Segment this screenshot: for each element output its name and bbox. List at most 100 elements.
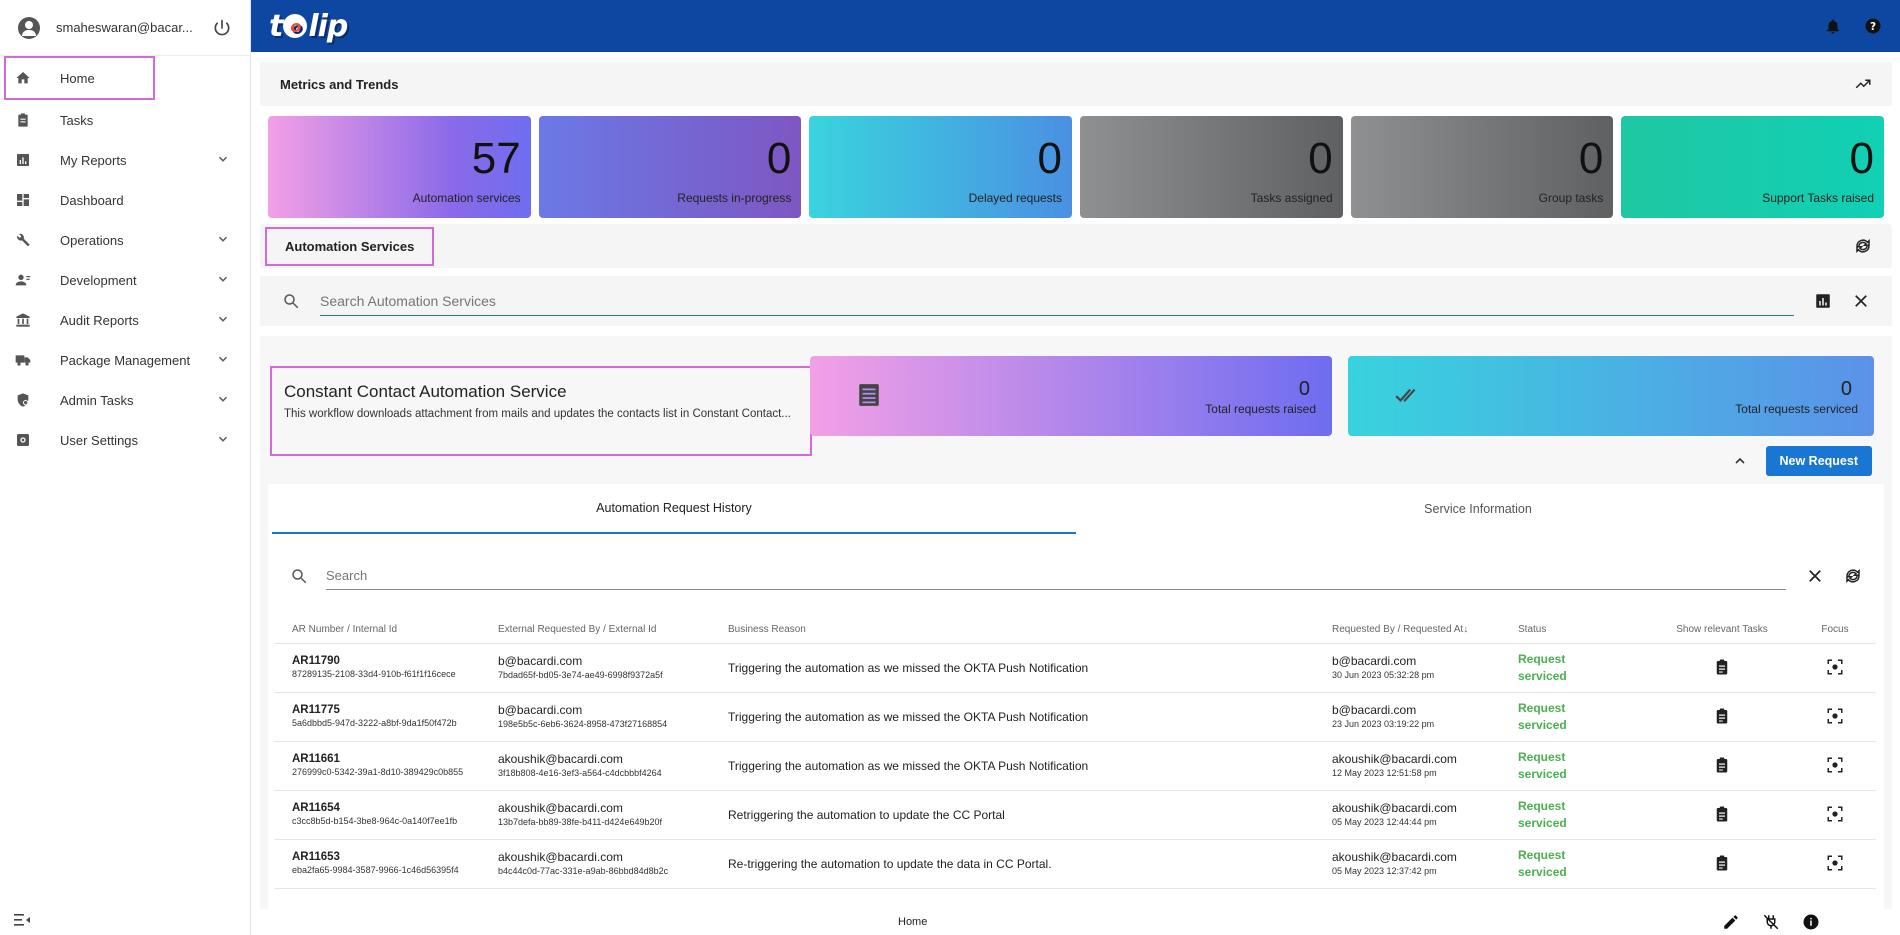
sync-icon[interactable] xyxy=(1844,567,1862,585)
cell-focus xyxy=(1794,790,1876,840)
power-icon[interactable] xyxy=(212,18,232,38)
service-card: Constant Contact Automation Service This… xyxy=(260,336,1892,921)
table-row[interactable]: AR11654 c3cc8b5d-b154-3be8-964c-0a140f7ee… xyxy=(274,790,1876,840)
metric-label: Tasks assigned xyxy=(1250,191,1333,205)
table-row[interactable]: AR11790 87289135-2108-33d4-910b-f61f1f16c… xyxy=(274,643,1876,693)
requested-at: 23 Jun 2023 03:19:22 pm xyxy=(1332,719,1435,730)
business-reason: Triggering the automation as we missed t… xyxy=(728,661,1089,675)
clipboard-icon[interactable] xyxy=(1713,855,1731,875)
requested-at: 30 Jun 2023 05:32:28 pm xyxy=(1332,670,1435,681)
sidebar-item-operations[interactable]: Operations xyxy=(0,220,250,260)
table-row[interactable]: AR11653 eba2fa65-9984-3587-9966-1c46d5639… xyxy=(274,839,1876,889)
pencil-icon[interactable] xyxy=(1722,913,1740,931)
close-icon[interactable] xyxy=(1806,567,1824,585)
stat-label: Total requests raised xyxy=(1205,402,1316,416)
cell-status: Request serviced xyxy=(1518,643,1650,693)
history-search-input[interactable] xyxy=(326,562,1786,590)
admin-icon xyxy=(14,391,32,409)
col-header-external-requested-by[interactable]: External Requested By / External Id xyxy=(498,624,728,644)
info-icon[interactable] xyxy=(1802,913,1820,931)
cell-show-tasks xyxy=(1650,790,1794,840)
chevron-down-icon[interactable] xyxy=(216,352,236,369)
external-requester: b@bacardi.com xyxy=(498,654,583,669)
chevron-down-icon[interactable] xyxy=(216,312,236,329)
menu-collapse-icon[interactable] xyxy=(14,913,30,927)
col-header-requested-by[interactable]: Requested By / Requested At↓ xyxy=(1332,624,1518,644)
topbar: t o lip ? xyxy=(251,0,1900,52)
col-header-status[interactable]: Status xyxy=(1518,624,1650,644)
ar-number: AR11661 xyxy=(292,753,340,766)
sidebar-item-label: Audit Reports xyxy=(60,312,139,328)
col-header-ar-number[interactable]: AR Number / Internal Id xyxy=(274,624,498,644)
col-header-business-reason[interactable]: Business Reason xyxy=(728,624,1332,644)
chevron-down-icon[interactable] xyxy=(216,152,236,169)
clipboard-icon[interactable] xyxy=(1713,757,1731,777)
cell-show-tasks xyxy=(1650,839,1794,889)
cell-requested-by: akoushik@bacardi.com 12 May 2023 12:51:58… xyxy=(1332,741,1518,791)
requested-by: akoushik@bacardi.com xyxy=(1332,801,1457,816)
table-row[interactable]: AR11661 276999c0-5342-39a1-8d10-389429c0b… xyxy=(274,741,1876,791)
cell-business-reason: Re-triggering the automation to update t… xyxy=(728,839,1332,889)
tab-automation-request-history[interactable]: Automation Request History xyxy=(272,484,1076,534)
sidebar-item-tasks[interactable]: Tasks xyxy=(0,100,250,140)
focus-icon[interactable] xyxy=(1826,708,1844,728)
cell-ar-number: AR11775 5a6dbbd5-947d-3222-a8bf-9da1f50f4… xyxy=(274,692,498,742)
cell-external-requested-by: akoushik@bacardi.com b4c44c0d-77ac-331e-a… xyxy=(498,839,728,889)
bell-icon[interactable] xyxy=(1824,17,1842,35)
trending-up-icon[interactable] xyxy=(1854,75,1872,93)
chevron-down-icon[interactable] xyxy=(216,432,236,449)
metric-card-automation-services[interactable]: 57 Automation services xyxy=(268,116,531,218)
table-row[interactable]: AR11775 5a6dbbd5-947d-3222-a8bf-9da1f50f4… xyxy=(274,692,1876,742)
account-icon[interactable] xyxy=(18,16,40,39)
sidebar-item-audit-reports[interactable]: Audit Reports xyxy=(0,300,250,340)
cell-requested-by: akoushik@bacardi.com 05 May 2023 12:37:42… xyxy=(1332,839,1518,889)
ar-number: AR11654 xyxy=(292,802,340,815)
search-icon xyxy=(292,569,307,584)
focus-icon[interactable] xyxy=(1826,757,1844,777)
metric-card-support-tasks[interactable]: 0 Support Tasks raised xyxy=(1621,116,1885,218)
sidebar-item-home[interactable]: Home xyxy=(4,56,155,100)
stat-total-requests-raised: 0 Total requests raised xyxy=(810,356,1332,436)
new-request-button[interactable]: New Request xyxy=(1765,446,1872,476)
dashboard-icon xyxy=(14,191,32,209)
clipboard-icon[interactable] xyxy=(1713,806,1731,826)
sidebar-item-label: Tasks xyxy=(60,112,94,128)
close-icon[interactable] xyxy=(1852,292,1870,310)
sidebar-item-package-management[interactable]: Package Management xyxy=(0,340,250,380)
tab-service-information[interactable]: Service Information xyxy=(1076,484,1880,534)
sidebar-item-development[interactable]: Development xyxy=(0,260,250,300)
metric-value: 0 xyxy=(1037,134,1063,183)
cell-requested-by: b@bacardi.com 23 Jun 2023 03:19:22 pm xyxy=(1332,692,1518,742)
metric-card-group-tasks[interactable]: 0 Group tasks xyxy=(1350,116,1614,218)
sidebar-item-user-settings[interactable]: User Settings xyxy=(0,420,250,460)
service-info-box[interactable]: Constant Contact Automation Service This… xyxy=(270,366,812,456)
chevron-down-icon[interactable] xyxy=(216,232,236,249)
plug-off-icon[interactable] xyxy=(1762,913,1780,931)
ar-number: AR11775 xyxy=(292,704,340,717)
sidebar-item-label: User Settings xyxy=(60,432,139,448)
automation-search-input[interactable] xyxy=(320,286,1794,316)
focus-icon[interactable] xyxy=(1826,659,1844,679)
chevron-down-icon[interactable] xyxy=(216,272,236,289)
chart-box-icon[interactable] xyxy=(1814,292,1832,310)
help-icon[interactable]: ? xyxy=(1864,17,1882,35)
metric-card-tasks-assigned[interactable]: 0 Tasks assigned xyxy=(1080,116,1343,218)
internal-id: 87289135-2108-33d4-910b-f61f1f16cece xyxy=(292,669,456,680)
settings-box-icon xyxy=(14,431,32,449)
chevron-down-icon[interactable] xyxy=(216,392,236,409)
metric-card-delayed-requests[interactable]: 0 Delayed requests xyxy=(809,116,1073,218)
internal-id: eba2fa65-9984-3587-9966-1c46d56395f4 xyxy=(292,865,459,876)
sidebar-item-dashboard[interactable]: Dashboard xyxy=(0,180,250,220)
sidebar-item-my-reports[interactable]: My Reports xyxy=(0,140,250,180)
focus-icon[interactable] xyxy=(1826,855,1844,875)
sidebar-item-admin-tasks[interactable]: Admin Tasks xyxy=(0,380,250,420)
focus-icon[interactable] xyxy=(1826,806,1844,826)
metric-card-requests-in-progress[interactable]: 0 Requests in-progress xyxy=(538,116,802,218)
clipboard-icon[interactable] xyxy=(1713,708,1731,728)
status-badge: Request serviced xyxy=(1518,750,1567,781)
tulip-logo[interactable]: t o lip xyxy=(269,9,348,44)
chevron-up-icon[interactable] xyxy=(1732,453,1748,469)
sync-icon[interactable] xyxy=(1854,237,1872,255)
clipboard-icon[interactable] xyxy=(1713,659,1731,679)
cell-external-requested-by: akoushik@bacardi.com 13b7defa-bb89-38fe-b… xyxy=(498,790,728,840)
